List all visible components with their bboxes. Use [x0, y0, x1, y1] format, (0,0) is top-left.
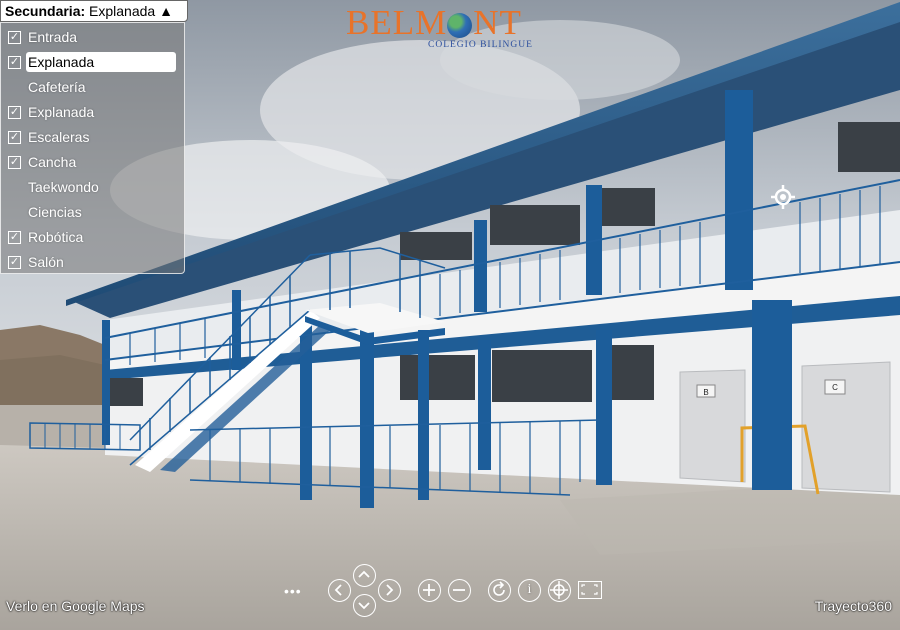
pan-up-button[interactable]: [353, 564, 376, 587]
scene-item-explanada[interactable]: ✓ Explanada: [5, 100, 181, 125]
scene-item-label: Robótica: [28, 229, 84, 245]
logo-name-left: BELM: [346, 3, 448, 42]
pan-right-button[interactable]: [378, 579, 401, 602]
logo-wordmark: BELM NT: [346, 4, 522, 42]
scene-item-label: Ciencias: [28, 204, 82, 220]
scene-item-label: Entrada: [28, 29, 78, 45]
info-icon: i: [527, 582, 532, 597]
more-options-button[interactable]: •••: [284, 583, 302, 599]
scene-item-label: Escaleras: [28, 129, 90, 145]
checkbox-icon: ✓: [8, 31, 21, 44]
scene-item-escaleras[interactable]: ✓ Escaleras: [5, 125, 181, 150]
door-sign-b: B: [703, 388, 708, 397]
scene-item-entrada[interactable]: ✓ Entrada: [5, 25, 181, 50]
fullscreen-button[interactable]: [578, 581, 602, 599]
scene-list: ✓ Entrada ✓ Explanada Cafetería ✓ Explan…: [0, 22, 185, 274]
door-sign-c: C: [832, 383, 838, 392]
scene-item-label: Cancha: [28, 154, 77, 170]
scene-item-label: Explanada: [28, 104, 95, 120]
chevron-left-icon: [334, 584, 342, 596]
checkbox-icon: ✓: [8, 56, 21, 69]
minus-icon: [453, 589, 465, 591]
logo-subtitle: COLEGIO BILINGUE: [428, 40, 533, 50]
dropdown-prefix: Secundaria:: [5, 3, 86, 19]
fullscreen-icon: [581, 584, 598, 595]
chevron-down-icon: [358, 602, 370, 610]
checkbox-icon: ✓: [8, 256, 21, 269]
pan-down-button[interactable]: [353, 594, 376, 617]
checkbox-icon: ✓: [8, 106, 21, 119]
checkbox-icon: ✓: [8, 131, 21, 144]
school-logo: BELM NT COLEGIO BILINGUE: [346, 4, 552, 51]
scene-item-ciencias[interactable]: Ciencias: [5, 200, 181, 225]
globe-icon: [447, 13, 472, 38]
chevron-right-icon: [386, 584, 394, 596]
scene-item-label: Cafetería: [28, 79, 86, 95]
info-button[interactable]: i: [518, 579, 541, 602]
zoom-out-button[interactable]: [448, 579, 471, 602]
brand-label: Trayecto360: [814, 598, 892, 614]
move-mode-button[interactable]: [548, 579, 571, 602]
checkbox-icon: ✓: [8, 156, 21, 169]
crosshair-hotspot-icon[interactable]: [771, 185, 795, 209]
scene-dropdown-toggle[interactable]: Secundaria: Explanada ▲: [0, 0, 188, 22]
scene-item-label: Taekwondo: [28, 179, 99, 195]
scene-item-taekwondo[interactable]: Taekwondo: [5, 175, 181, 200]
caret-up-icon: ▲: [159, 3, 173, 19]
scene-item-label: Salón: [28, 254, 64, 270]
scene-item-robotica[interactable]: ✓ Robótica: [5, 225, 181, 250]
zoom-in-button[interactable]: [418, 579, 441, 602]
pan-left-button[interactable]: [328, 579, 351, 602]
google-maps-link[interactable]: Verlo en Google Maps: [6, 598, 145, 614]
dropdown-selected: Explanada: [89, 3, 156, 19]
checkbox-icon: ✓: [8, 231, 21, 244]
plus-icon: [423, 584, 435, 596]
logo-name-right: NT: [473, 3, 522, 42]
scene-item-label: Explanada: [26, 52, 176, 72]
rotate-icon: [493, 581, 505, 596]
scene-item-salon[interactable]: ✓ Salón: [5, 250, 181, 275]
scene-item-cafeteria[interactable]: Cafetería: [5, 75, 181, 100]
autorotate-button[interactable]: [488, 579, 511, 602]
chevron-up-icon: [358, 570, 370, 578]
crosshair-icon: [550, 581, 568, 599]
scene-item-cancha[interactable]: ✓ Cancha: [5, 150, 181, 175]
scene-item-explanada-selected[interactable]: ✓ Explanada: [5, 50, 181, 75]
